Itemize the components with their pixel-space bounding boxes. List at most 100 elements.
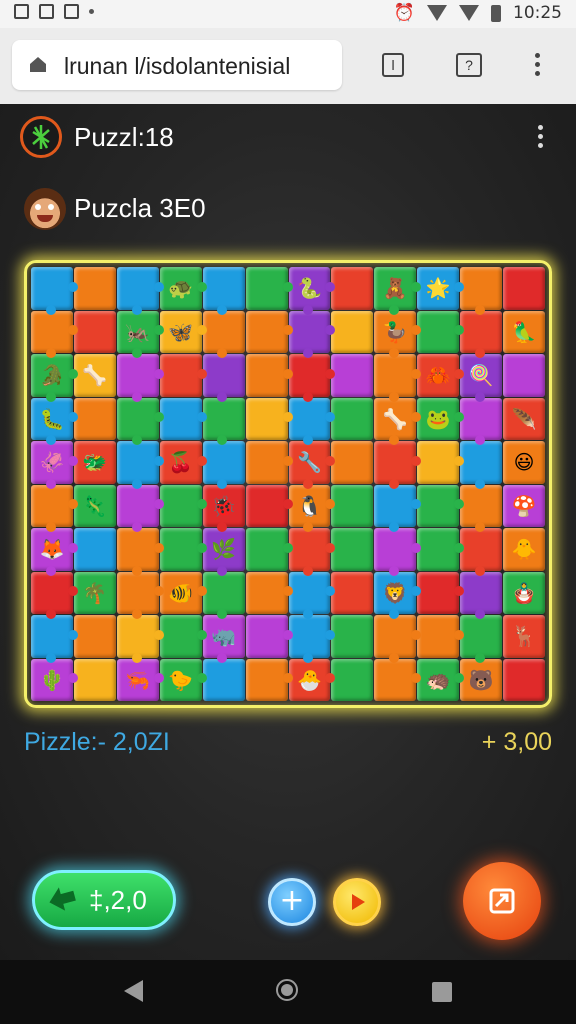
puzzle-piece[interactable] (73, 310, 116, 353)
puzzle-piece[interactable] (288, 397, 336, 445)
puzzle-piece[interactable]: 🦗 (116, 310, 164, 358)
puzzle-piece[interactable] (73, 397, 116, 440)
puzzle-piece[interactable] (374, 441, 422, 489)
puzzle-piece[interactable]: 🌵 (31, 658, 78, 701)
puzzle-piece[interactable] (202, 354, 245, 402)
puzzle-piece[interactable] (331, 267, 374, 310)
puzzle-piece[interactable] (331, 658, 374, 701)
puzzle-piece[interactable] (31, 310, 78, 358)
puzzle-piece[interactable] (202, 397, 245, 445)
puzzle-piece[interactable]: 🌟 (417, 267, 465, 310)
puzzle-piece[interactable] (202, 267, 245, 315)
puzzle-piece[interactable] (374, 658, 422, 701)
puzzle-piece[interactable]: 🌴 (73, 571, 116, 614)
puzzle-piece[interactable]: 🪶 (503, 397, 545, 440)
puzzle-piece[interactable]: 🐻 (460, 658, 503, 701)
puzzle-piece[interactable]: 🍄 (503, 484, 545, 527)
puzzle-piece[interactable]: 🐲 (73, 441, 116, 484)
puzzle-piece[interactable] (245, 571, 293, 614)
puzzle-piece[interactable] (460, 397, 503, 445)
puzzle-piece[interactable]: 🐸 (417, 397, 465, 440)
puzzle-piece[interactable] (116, 441, 164, 489)
add-button[interactable]: + (268, 878, 316, 926)
puzzle-piece[interactable]: 🍒 (159, 441, 207, 484)
puzzle-piece[interactable] (245, 615, 293, 658)
recents-icon[interactable] (432, 982, 452, 1002)
puzzle-piece[interactable]: 🐍 (288, 267, 336, 315)
puzzle-piece[interactable] (417, 528, 465, 571)
puzzle-piece[interactable] (374, 615, 422, 663)
puzzle-piece[interactable] (245, 267, 293, 310)
puzzle-piece[interactable] (374, 528, 422, 576)
puzzle-piece[interactable] (73, 528, 116, 571)
puzzle-piece[interactable]: 🐢 (159, 267, 207, 310)
puzzle-piece[interactable]: 🐧 (288, 484, 336, 532)
puzzle-piece[interactable]: 🐞 (202, 484, 245, 532)
puzzle-piece[interactable] (331, 484, 374, 527)
puzzle-piece[interactable]: 🧸 (374, 267, 422, 315)
puzzle-piece[interactable] (460, 267, 503, 315)
puzzle-piece[interactable]: 🦁 (374, 571, 422, 619)
puzzle-piece[interactable] (331, 615, 374, 658)
puzzle-piece[interactable] (331, 441, 374, 484)
puzzle-piece[interactable]: 🦆 (374, 310, 422, 358)
puzzle-piece[interactable]: 🪆 (503, 571, 545, 614)
puzzle-piece[interactable] (202, 658, 245, 701)
tabs-button[interactable]: l (382, 53, 404, 77)
puzzle-piece[interactable] (116, 354, 164, 402)
puzzle-piece[interactable] (331, 528, 374, 571)
puzzle-piece[interactable] (245, 441, 293, 484)
puzzle-piece[interactable]: 🔧 (288, 441, 336, 489)
puzzle-piece[interactable]: 🐣 (288, 658, 336, 701)
puzzle-piece[interactable] (202, 441, 245, 489)
puzzle-piece[interactable] (31, 484, 78, 532)
coin-button[interactable]: ‡,2,0 (32, 870, 176, 930)
puzzle-piece[interactable] (503, 658, 545, 701)
puzzle-piece[interactable] (245, 397, 293, 440)
puzzle-piece[interactable] (288, 310, 336, 358)
puzzle-piece[interactable] (460, 484, 503, 532)
puzzle-piece[interactable]: 🦋 (159, 310, 207, 353)
puzzle-piece[interactable]: 🐠 (159, 571, 207, 614)
puzzle-piece[interactable] (116, 571, 164, 619)
puzzle-piece[interactable] (417, 441, 465, 484)
puzzle-piece[interactable]: 🦴 (73, 354, 116, 397)
puzzle-piece[interactable] (331, 571, 374, 614)
puzzle-piece[interactable] (503, 267, 545, 310)
puzzle-piece[interactable] (73, 658, 116, 701)
puzzle-piece[interactable] (245, 484, 293, 527)
puzzle-piece[interactable]: 🦀 (417, 354, 465, 397)
puzzle-piece[interactable] (159, 615, 207, 658)
puzzle-piece[interactable] (374, 484, 422, 532)
help-button[interactable]: ? (456, 53, 482, 77)
puzzle-piece[interactable] (417, 484, 465, 527)
puzzle-piece[interactable]: 🐤 (159, 658, 207, 701)
url-text[interactable]: lrunan l/isdolantenisial (64, 53, 290, 80)
play-button[interactable] (333, 878, 381, 926)
puzzle-piece[interactable]: 🐥 (503, 528, 545, 571)
puzzle-piece[interactable]: 🦎 (73, 484, 116, 527)
puzzle-piece[interactable] (331, 354, 374, 397)
address-bar[interactable]: lrunan l/isdolantenisial (12, 40, 342, 90)
puzzle-piece[interactable] (245, 310, 293, 353)
puzzle-piece[interactable]: 🦑 (31, 441, 78, 489)
puzzle-piece[interactable] (288, 615, 336, 663)
puzzle-piece[interactable] (417, 615, 465, 658)
puzzle-piece[interactable] (159, 484, 207, 527)
puzzle-piece[interactable] (159, 354, 207, 397)
puzzle-piece[interactable] (417, 310, 465, 353)
puzzle-piece[interactable] (460, 528, 503, 576)
browser-menu-icon[interactable] (530, 50, 544, 80)
puzzle-piece[interactable] (202, 310, 245, 358)
puzzle-piece[interactable]: 🐛 (31, 397, 78, 445)
back-icon[interactable] (124, 980, 143, 1002)
puzzle-piece[interactable] (374, 354, 422, 402)
puzzle-piece[interactable] (245, 528, 293, 571)
home-button-icon[interactable] (276, 979, 298, 1001)
puzzle-piece[interactable]: 🐊 (31, 354, 78, 402)
puzzle-piece[interactable] (331, 310, 374, 353)
puzzle-piece[interactable] (159, 397, 207, 440)
puzzle-piece[interactable] (331, 397, 374, 440)
puzzle-piece[interactable]: 🍭 (460, 354, 503, 402)
puzzle-piece[interactable] (73, 267, 116, 310)
